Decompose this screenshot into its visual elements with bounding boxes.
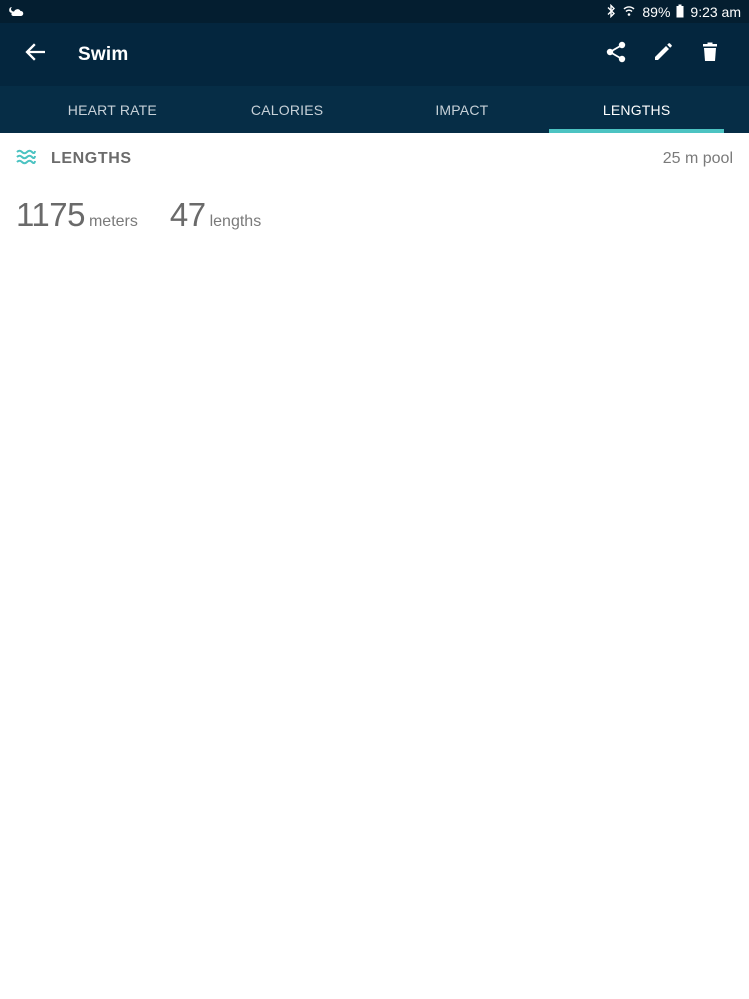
tab-calories[interactable]: CALORIES — [200, 86, 375, 133]
distance-stat: 1175 meters — [16, 196, 138, 234]
delete-button[interactable] — [686, 23, 733, 86]
wifi-icon — [622, 4, 636, 20]
tab-lengths[interactable]: LENGTHS — [549, 86, 724, 133]
pencil-icon — [653, 42, 673, 67]
share-button[interactable] — [592, 23, 639, 86]
section-title: LENGTHS — [51, 150, 132, 167]
waves-icon — [16, 149, 36, 170]
distance-unit: meters — [88, 213, 138, 230]
lengths-section-header: LENGTHS 25 m pool — [0, 133, 749, 185]
tab-impact[interactable]: IMPACT — [375, 86, 550, 133]
distance-value: 1175 — [16, 196, 85, 233]
trash-icon — [702, 42, 718, 67]
pool-size: 25 m pool — [662, 150, 733, 167]
back-button[interactable] — [0, 23, 70, 86]
status-bar: 89% 9:23 am — [0, 0, 749, 23]
arrow-left-icon — [25, 43, 46, 66]
edit-button[interactable] — [639, 23, 686, 86]
lengths-value: 47 — [169, 196, 206, 233]
tab-bar: HEART RATE CALORIES IMPACT LENGTHS — [0, 86, 749, 133]
page-title: Swim — [78, 43, 129, 65]
bluetooth-icon — [606, 3, 616, 20]
weather-cloud-moon-icon — [8, 4, 24, 20]
clock-time: 9:23 am — [690, 3, 741, 20]
share-icon — [606, 41, 626, 68]
swim-stats: 1175 meters 47 lengths — [16, 196, 293, 234]
battery-icon — [676, 4, 684, 20]
app-bar: Swim — [0, 23, 749, 86]
lengths-stat: 47 lengths — [170, 196, 261, 234]
lengths-unit: lengths — [209, 213, 262, 230]
battery-percent: 89% — [642, 3, 671, 20]
tab-heart-rate[interactable]: HEART RATE — [25, 86, 200, 133]
